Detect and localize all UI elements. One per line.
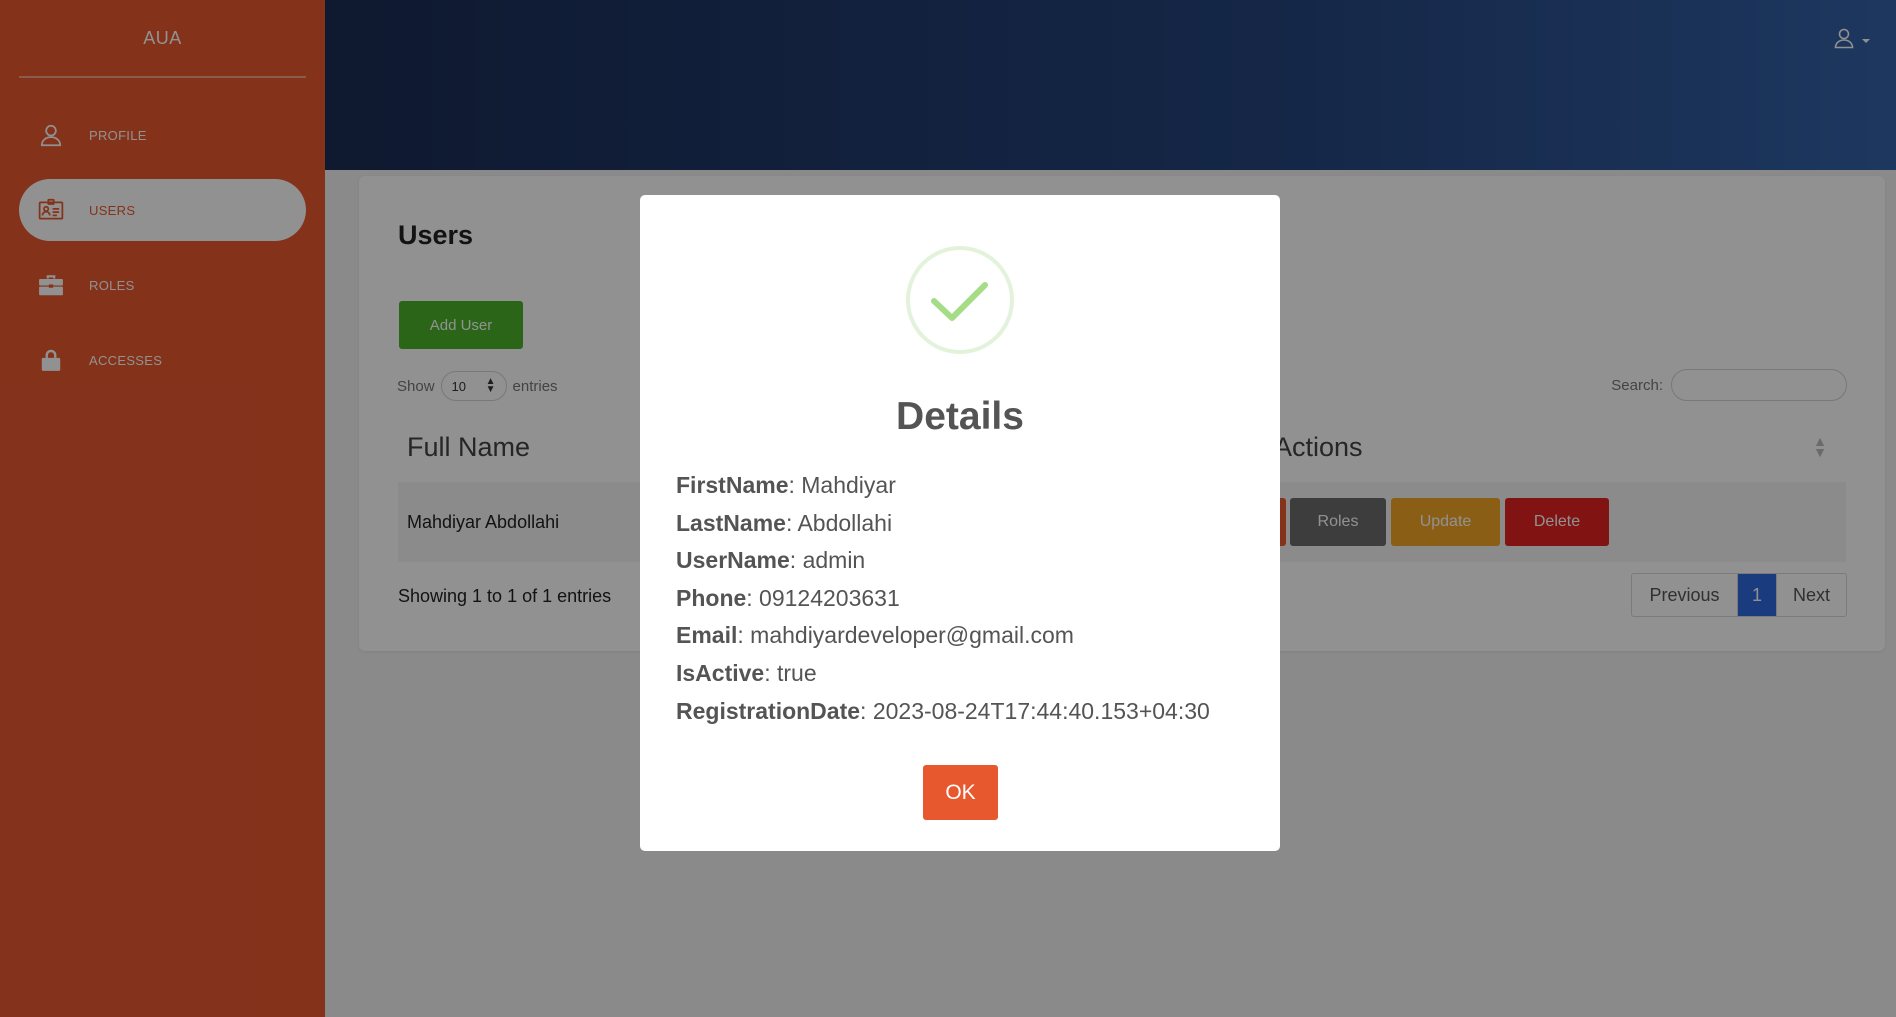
detail-key: LastName	[676, 509, 786, 536]
detail-key: UserName	[676, 547, 790, 574]
detail-user-name: UserName: admin	[676, 542, 1210, 580]
detail-phone: Phone: 09124203631	[676, 580, 1210, 618]
detail-value: : mahdiyardeveloper@gmail.com	[737, 622, 1074, 649]
modal-title: Details	[896, 395, 1024, 438]
detail-key: RegistrationDate	[676, 697, 861, 724]
detail-key: FirstName	[676, 472, 789, 498]
detail-registration-date: RegistrationDate: 2023-08-24T17:44:40.15…	[676, 693, 1210, 731]
detail-value: : 2023-08-24T17:44:40.153+04:30	[860, 697, 1210, 724]
detail-key: IsActive	[676, 659, 765, 686]
success-check-icon	[906, 246, 1014, 354]
detail-value: : Abdollahi	[785, 509, 893, 536]
detail-key: Email	[676, 622, 738, 649]
detail-key: Phone	[676, 584, 747, 611]
detail-value: : admin	[789, 547, 866, 574]
detail-value: : Mahdiyar	[788, 472, 896, 498]
ok-button[interactable]: OK	[923, 765, 998, 820]
detail-value: : 09124203631	[746, 584, 900, 611]
detail-last-name: LastName: Abdollahi	[676, 505, 1210, 543]
detail-email: Email: mahdiyardeveloper@gmail.com	[676, 617, 1210, 655]
details-modal: Details FirstName: Mahdiyar LastName: Ab…	[640, 195, 1280, 851]
details-list: FirstName: Mahdiyar LastName: Abdollahi …	[676, 467, 1210, 730]
detail-is-active: IsActive: true	[676, 655, 1210, 693]
detail-first-name: FirstName: Mahdiyar	[676, 467, 1210, 505]
detail-value: : true	[764, 659, 817, 686]
